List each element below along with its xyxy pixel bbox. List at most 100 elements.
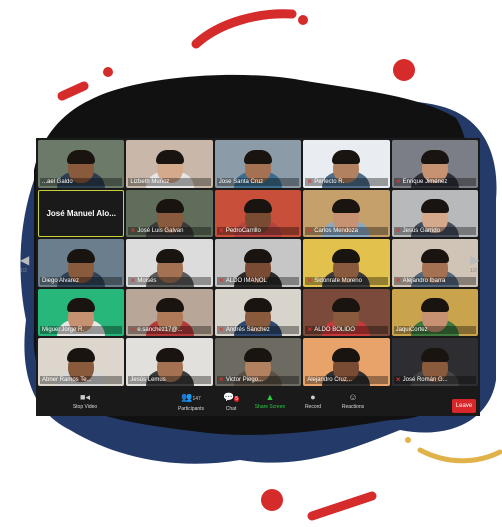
participant-hair: [332, 347, 361, 362]
participant-hair: [155, 149, 184, 164]
participant-name-label: ⨯ Carlos Mendoza: [305, 227, 388, 236]
muted-mic-icon: ⨯: [130, 277, 136, 284]
muted-mic-icon: ⨯: [395, 376, 401, 383]
participant-hair: [67, 347, 96, 362]
participant-name: Jesús Garrido: [402, 228, 440, 235]
participant-name: Moisés: [137, 277, 157, 284]
participant-tile[interactable]: ⨯ ALDO BOLIDO: [303, 288, 390, 337]
participant-tile[interactable]: José Manuel Alo...: [38, 189, 125, 238]
participant-name-label: Miguel Jorge R.: [40, 326, 123, 335]
participant-name-label: ⨯ Perfecto R.: [305, 177, 388, 186]
reactions-icon: ☺: [348, 392, 358, 402]
participant-name: Diego Alvarez: [42, 277, 80, 284]
participant-tile[interactable]: Abner Ramos Te...: [38, 338, 125, 386]
participant-name-label: ⨯ Andrés Sánchez: [216, 326, 300, 335]
stop-video-button[interactable]: ■◂ Stop Video: [64, 392, 106, 410]
participants-count: 147: [192, 396, 201, 402]
participant-tile[interactable]: ⨯ Enrique Jiménez: [391, 140, 478, 188]
participant-hair: [420, 199, 449, 214]
participant-name-label: ⨯ Victor Piego...: [216, 375, 300, 384]
participant-name: Andrés Sánchez: [225, 327, 270, 334]
participant-tile[interactable]: ⨯ Alejandro Ibarra: [391, 239, 478, 287]
participant-tile[interactable]: Miguel Jorge R.: [38, 288, 125, 337]
participant-name: ALDO BOLIDO: [314, 327, 355, 334]
share-screen-button[interactable]: ▲ Share Screen: [248, 392, 292, 410]
participant-name: Perfecto R.: [314, 178, 345, 185]
participant-name: JaquiCortez: [395, 327, 428, 334]
participant-name-label: ⨯ Moisés: [128, 276, 211, 285]
muted-mic-icon: ⨯: [130, 228, 136, 235]
participant-tile[interactable]: ⨯ José Luis Galvan: [126, 189, 213, 238]
participant-tile[interactable]: ⨯ Moisés: [126, 239, 213, 287]
participants-button[interactable]: 👥147 Participants: [168, 392, 214, 412]
share-screen-icon: ▲: [265, 392, 275, 402]
next-page-arrow-icon[interactable]: ▶: [470, 253, 479, 267]
record-button[interactable]: ● Record: [298, 392, 328, 410]
chat-button[interactable]: 💬5 Chat: [219, 392, 243, 412]
participant-tile[interactable]: ⨯ Andrés Sánchez: [214, 288, 302, 337]
muted-mic-icon: ⨯: [218, 376, 224, 383]
participant-name: Alejandro Cruz...: [307, 376, 352, 383]
participant-tile[interactable]: ⨯ Sidonrate Moreno: [303, 239, 390, 287]
participant-name: Victor Piego...: [225, 376, 264, 383]
participant-tile[interactable]: ⨯ ALDO IMANOL: [214, 239, 302, 287]
participant-tile[interactable]: Jesús Lemus: [126, 338, 213, 386]
participant-name: Carlos Mendoza: [314, 228, 358, 235]
participant-name-label: Alejandro Cruz...: [305, 375, 388, 384]
participant-tile[interactable]: ⨯ e.sanchez17@...: [126, 288, 213, 337]
participant-tile[interactable]: ...ael Galdo: [38, 140, 125, 188]
page-indicator-left: 1/2: [20, 268, 27, 274]
participant-hair: [243, 347, 272, 362]
participant-name: Abner Ramos Te...: [42, 376, 92, 383]
participant-tile[interactable]: ⨯ Carlos Mendoza: [303, 189, 390, 238]
participant-tile[interactable]: ⨯ Victor Piego...: [214, 338, 302, 386]
participant-tile[interactable]: JaquiCortez: [391, 288, 478, 337]
muted-mic-icon: ⨯: [307, 327, 313, 334]
participant-hair: [243, 298, 272, 313]
participant-name: Sidonrate Moreno: [314, 277, 362, 284]
participant-hair: [155, 199, 184, 214]
participants-label: Participants: [177, 406, 205, 412]
participant-name: José Román G...: [402, 376, 448, 383]
participant-tile[interactable]: Jose Santa Cruz: [214, 140, 302, 188]
red-arc-stroke: [191, 9, 297, 49]
participant-name-label: Abner Ramos Te...: [40, 375, 123, 384]
participant-tile[interactable]: Diego Alvarez: [38, 239, 125, 287]
participant-name-label: ⨯ Enrique Jiménez: [393, 177, 476, 186]
participant-hair: [332, 248, 361, 263]
participant-hair: [67, 149, 96, 164]
participant-name: Jesús Lemus: [130, 376, 166, 383]
participant-tile[interactable]: ⨯ José Román G...: [391, 338, 478, 386]
participant-name-label: ⨯ e.sanchez17@...: [128, 326, 211, 335]
participant-name-label: Diego Alvarez: [40, 276, 123, 285]
participant-name: Miguel Jorge R.: [42, 327, 85, 334]
participant-name-label: Lizbeth Muñoz: [128, 177, 211, 186]
participant-tile[interactable]: ⨯ PedroCarrillo: [214, 189, 302, 238]
participant-name: Enrique Jiménez: [402, 178, 448, 185]
leave-button[interactable]: Leave: [452, 399, 476, 413]
participant-name-label: ...ael Galdo: [40, 177, 123, 186]
meeting-toolbar: ■◂ Stop Video 👥147 Participants 💬5 Chat …: [36, 388, 480, 416]
muted-mic-icon: ⨯: [307, 228, 313, 235]
muted-mic-icon: ⨯: [130, 327, 136, 334]
participant-hair: [155, 248, 184, 263]
stop-video-label: Stop Video: [72, 404, 98, 410]
participant-tile[interactable]: Alejandro Cruz...: [303, 338, 390, 386]
share-screen-label: Share Screen: [254, 404, 286, 410]
participant-name-label: ⨯ José Román G...: [393, 375, 476, 384]
prev-page-arrow-icon[interactable]: ◀: [20, 253, 29, 267]
reactions-button[interactable]: ☺ Reactions: [336, 392, 370, 410]
participant-name: Alejandro Ibarra: [402, 277, 446, 284]
participant-name-label: Jesús Lemus: [128, 375, 211, 384]
participant-tile[interactable]: Lizbeth Muñoz: [126, 140, 213, 188]
participant-hair: [155, 347, 184, 362]
participant-name-label: ⨯ ALDO BOLIDO: [305, 326, 388, 335]
page-indicator-right: 1/2: [470, 268, 477, 274]
participant-tile[interactable]: ⨯ Jesús Garrido: [391, 189, 478, 238]
participant-tile[interactable]: ⨯ Perfecto R.: [303, 140, 390, 188]
muted-mic-icon: ⨯: [395, 277, 401, 284]
participant-name-label: Jose Santa Cruz: [216, 177, 300, 186]
muted-mic-icon: ⨯: [395, 178, 401, 185]
participant-name-label: ⨯ Sidonrate Moreno: [305, 276, 388, 285]
red-dot: [261, 489, 283, 511]
